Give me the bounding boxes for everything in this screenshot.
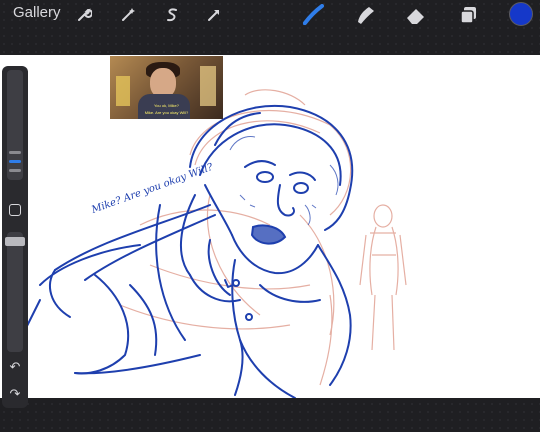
brush-size-handle[interactable] [9,160,21,163]
undo-icon[interactable]: ↶ [7,360,23,374]
brush-size-tick-bottom [9,169,21,172]
brush-size-tick-top [9,151,21,154]
gallery-button[interactable]: Gallery [13,4,61,21]
smudge-icon[interactable] [352,4,378,26]
sketch-strokes [24,89,407,398]
magic-wand-icon[interactable] [117,4,139,26]
modify-button[interactable] [9,204,21,216]
layers-icon[interactable] [456,4,482,26]
top-toolbar: Gallery [0,0,540,30]
wrench-icon[interactable] [73,4,95,26]
opacity-handle[interactable] [5,237,25,246]
selection-icon[interactable] [161,4,183,26]
transform-icon[interactable] [203,4,225,26]
opacity-slider[interactable] [7,232,23,352]
color-picker-button[interactable] [509,2,533,26]
left-sidebar: ↶ ↷ [2,66,28,408]
redo-icon[interactable]: ↷ [7,387,23,401]
brush-size-slider[interactable] [7,70,23,180]
drawing-canvas[interactable]: You ok, Mike? Mike. Are you okay Will? M… [0,55,540,398]
brush-icon[interactable] [300,4,326,26]
eraser-icon[interactable] [403,4,429,26]
